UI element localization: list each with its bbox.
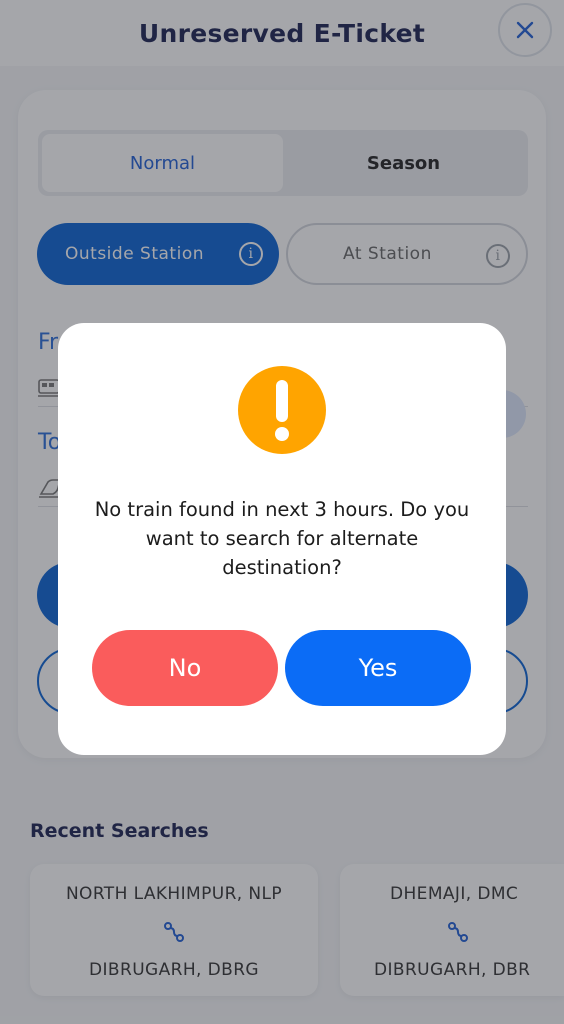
app-screen: Unreserved E-Ticket Normal Season Outsid…	[0, 0, 564, 1024]
yes-button[interactable]: Yes	[285, 630, 471, 706]
no-button[interactable]: No	[92, 630, 278, 706]
exclamation-icon	[238, 366, 326, 454]
dialog-message: No train found in next 3 hours. Do you w…	[94, 498, 470, 579]
alert-dialog: No train found in next 3 hours. Do you w…	[58, 323, 506, 755]
